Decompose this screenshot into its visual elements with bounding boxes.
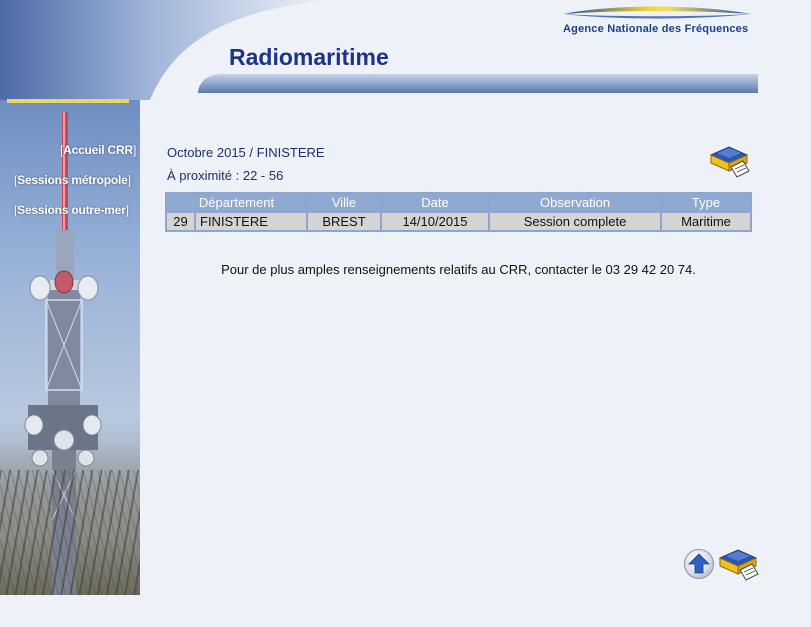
- proximity-label: À proximité : 22 - 56: [167, 168, 284, 183]
- col-header-ville: Ville: [308, 194, 380, 211]
- nav-sessions-metropole[interactable]: [Sessions métropole]: [14, 173, 131, 187]
- cell-type: Maritime: [662, 213, 750, 230]
- anfr-logo[interactable]: Agence Nationale des Fréquences: [555, 2, 760, 40]
- filter-period: Octobre 2015: [167, 145, 246, 160]
- sidebar-tower-image: [0, 0, 140, 595]
- nav-sessions-outre-mer[interactable]: [Sessions outre-mer]: [14, 203, 129, 217]
- nav-label: Sessions outre-mer: [17, 203, 126, 217]
- table-row: 29 FINISTERE BREST 14/10/2015 Session co…: [167, 213, 750, 230]
- cell-ville: BREST: [308, 213, 380, 230]
- filter-department: FINISTERE: [256, 145, 325, 160]
- filter-summary: Octobre 2015 / FINISTERE: [167, 145, 325, 160]
- cell-dept-number: 29: [167, 213, 194, 230]
- page-title: Radiomaritime: [229, 44, 389, 70]
- col-header-observation: Observation: [490, 194, 660, 211]
- col-header-type: Type: [662, 194, 750, 211]
- logo-swoosh-icon: [563, 6, 751, 19]
- print-icon[interactable]: [716, 544, 760, 584]
- nav-label: Sessions métropole: [17, 173, 128, 187]
- nav-bracket-right: ]: [125, 203, 129, 217]
- table-header-row: Département Ville Date Observation Type: [167, 194, 750, 211]
- contact-info: Pour de plus amples renseignements relat…: [221, 262, 696, 277]
- cell-observation: Session complete: [490, 213, 660, 230]
- cell-date: 14/10/2015: [382, 213, 488, 230]
- print-icon[interactable]: [707, 141, 751, 181]
- nav-accueil-crr[interactable]: [Accueil CRR]: [60, 143, 136, 157]
- arrow-up-icon: [688, 553, 710, 574]
- sidebar-accent-line: [7, 99, 129, 103]
- col-header-date: Date: [382, 194, 488, 211]
- trees-background: [0, 470, 140, 595]
- results-table: Département Ville Date Observation Type …: [165, 192, 752, 232]
- nav-label: Accueil CRR: [63, 143, 133, 157]
- nav-bracket-right: ]: [127, 173, 131, 187]
- col-header-departement: Département: [167, 194, 306, 211]
- filter-separator: /: [249, 145, 254, 160]
- back-to-top-button[interactable]: [684, 549, 714, 579]
- cell-departement: FINISTERE: [196, 213, 306, 230]
- logo-text: Agence Nationale des Fréquences: [563, 23, 749, 35]
- title-underline-bar: [198, 74, 758, 93]
- nav-bracket-right: ]: [132, 143, 137, 157]
